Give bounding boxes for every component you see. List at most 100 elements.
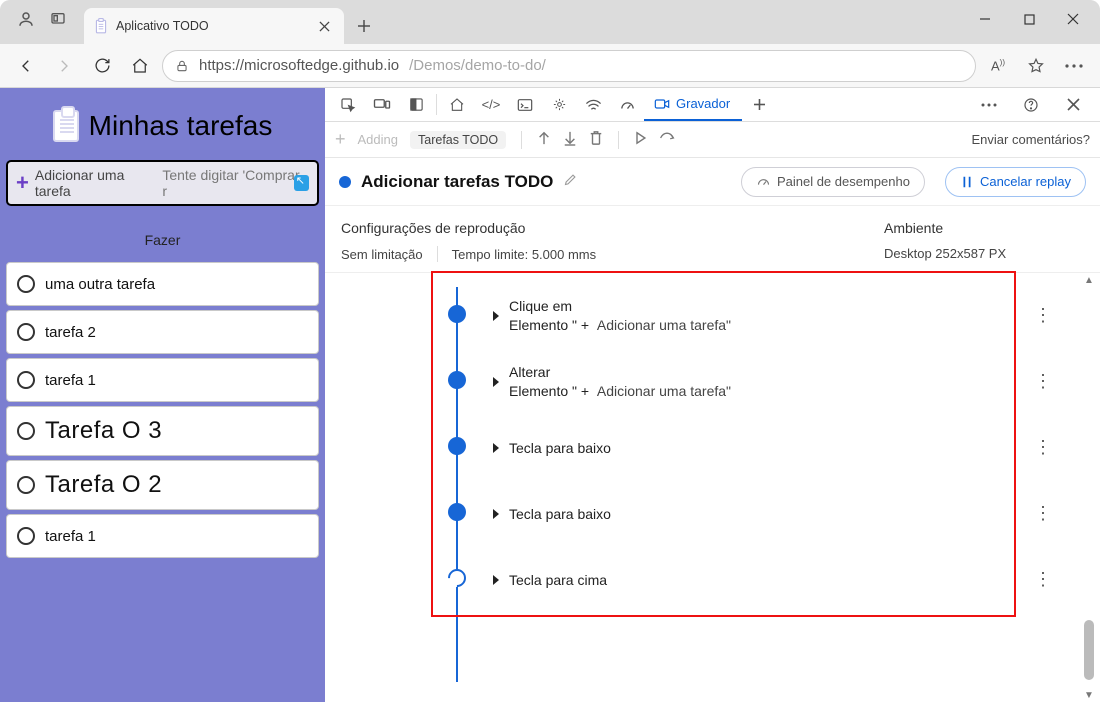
play-icon[interactable] <box>634 131 647 148</box>
expand-caret-icon[interactable] <box>493 377 499 387</box>
expand-caret-icon[interactable] <box>493 311 499 321</box>
import-icon[interactable] <box>537 130 551 149</box>
feedback-link[interactable]: Enviar comentários? <box>972 132 1091 147</box>
todo-text: tarefa 2 <box>45 324 96 341</box>
help-icon[interactable] <box>1014 97 1048 113</box>
scroll-up-icon[interactable]: ▲ <box>1082 273 1096 287</box>
export-icon[interactable] <box>563 130 577 149</box>
cancel-replay-button[interactable]: Cancelar replay <box>945 167 1086 197</box>
todo-item[interactable]: Tarefa O 2 <box>6 460 319 510</box>
todo-checkbox[interactable] <box>17 527 35 545</box>
performance-panel-label: Painel de desempenho <box>777 174 910 189</box>
step-icon[interactable] <box>659 132 675 147</box>
delete-icon[interactable] <box>589 130 603 149</box>
recorder-tab[interactable]: Gravador <box>644 88 742 121</box>
url-field[interactable]: https://microsoftedge.github.io/Demos/de… <box>162 50 976 82</box>
inspect-icon[interactable] <box>331 88 365 121</box>
devtools-close-button[interactable] <box>1056 98 1090 111</box>
todo-checkbox[interactable] <box>17 371 35 389</box>
step-line2: Elemento " + Adicionar uma tarefa" <box>509 382 731 401</box>
step-line1: Tecla para baixo <box>509 439 611 458</box>
todo-item[interactable]: uma outra tarefa <box>6 262 319 306</box>
devtools-tabbar: </> Gravador <box>325 88 1100 122</box>
recording-title: Adicionar tarefas TODO <box>361 172 553 192</box>
todo-text: uma outra tarefa <box>45 276 155 293</box>
expand-caret-icon[interactable] <box>493 509 499 519</box>
console-tab-icon[interactable] <box>508 88 542 121</box>
plus-icon: + <box>16 170 29 196</box>
replay-settings-label: Configurações de reprodução <box>341 220 884 236</box>
todo-checkbox[interactable] <box>17 275 35 293</box>
adding-label: Adding <box>358 132 398 147</box>
todo-text: tarefa 1 <box>45 528 96 545</box>
step-row[interactable]: Tecla para cima⋮ <box>325 547 1076 613</box>
read-aloud-icon[interactable]: A)) <box>982 50 1014 82</box>
devtools-panel: </> Gravador + Adding Tare <box>325 88 1100 702</box>
device-icon[interactable] <box>365 88 399 121</box>
add-recording-icon[interactable]: + <box>335 129 346 150</box>
step-menu-button[interactable]: ⋮ <box>1034 437 1052 458</box>
performance-panel-button[interactable]: Painel de desempenho <box>741 167 925 197</box>
cancel-replay-label: Cancelar replay <box>980 174 1071 189</box>
step-row[interactable]: Clique emElemento " + Adicionar uma tare… <box>325 283 1076 349</box>
step-menu-button[interactable]: ⋮ <box>1034 371 1052 392</box>
reload-button[interactable] <box>86 50 118 82</box>
recording-chip[interactable]: Tarefas TODO <box>410 131 506 149</box>
url-host: https://microsoftedge.github.io <box>199 57 399 74</box>
step-menu-button[interactable]: ⋮ <box>1034 305 1052 326</box>
titlebar: Aplicativo TODO <box>0 0 1100 44</box>
add-task-label: Adicionar uma tarefa <box>35 167 158 199</box>
tab-close-button[interactable] <box>314 16 334 36</box>
window-minimize-button[interactable] <box>964 4 1006 34</box>
add-tab-button[interactable] <box>742 88 776 121</box>
window-maximize-button[interactable] <box>1008 4 1050 34</box>
back-button[interactable] <box>10 50 42 82</box>
devtools-more-icon[interactable] <box>972 103 1006 107</box>
step-menu-button[interactable]: ⋮ <box>1034 503 1052 524</box>
record-dot-icon <box>339 176 351 188</box>
performance-tab-icon[interactable] <box>610 88 644 121</box>
profile-icon[interactable] <box>12 5 40 33</box>
workspaces-icon[interactable] <box>44 5 72 33</box>
home-button[interactable] <box>124 50 156 82</box>
network-tab-icon[interactable] <box>576 88 610 121</box>
window-close-button[interactable] <box>1052 4 1094 34</box>
new-tab-button[interactable] <box>348 10 380 42</box>
step-node-icon <box>448 371 466 389</box>
expand-caret-icon[interactable] <box>493 443 499 453</box>
steps-scrollbar[interactable]: ▲ ▼ <box>1082 273 1096 702</box>
todo-item[interactable]: tarefa 1 <box>6 514 319 558</box>
sources-tab-icon[interactable] <box>542 88 576 121</box>
step-row[interactable]: Tecla para baixo⋮ <box>325 481 1076 547</box>
browser-tab[interactable]: Aplicativo TODO <box>84 8 344 44</box>
recorder-tab-label: Gravador <box>676 96 730 111</box>
scroll-down-icon[interactable]: ▼ <box>1082 688 1096 702</box>
expand-caret-icon[interactable] <box>493 575 499 585</box>
step-row[interactable]: AlterarElemento " + Adicionar uma tarefa… <box>325 349 1076 415</box>
todo-item[interactable]: Tarefa O 3 <box>6 406 319 456</box>
more-icon[interactable] <box>1058 50 1090 82</box>
todo-checkbox[interactable] <box>17 323 35 341</box>
todo-app: Minhas tarefas + Adicionar uma tarefa Te… <box>0 88 325 702</box>
todo-item[interactable]: tarefa 2 <box>6 310 319 354</box>
favorite-icon[interactable] <box>1020 50 1052 82</box>
step-node-icon <box>448 503 466 521</box>
todo-checkbox[interactable] <box>17 476 35 494</box>
timeout-value[interactable]: Tempo limite: 5.000 mms <box>452 247 597 262</box>
welcome-tab-icon[interactable] <box>440 88 474 121</box>
throttle-value[interactable]: Sem limitação <box>341 247 423 262</box>
step-node-icon <box>448 305 466 323</box>
add-task-button[interactable]: + Adicionar uma tarefa Tente digitar 'Co… <box>6 160 319 206</box>
elements-tab-icon[interactable]: </> <box>474 88 508 121</box>
todo-checkbox[interactable] <box>17 422 35 440</box>
forward-button <box>48 50 80 82</box>
app-title: Minhas tarefas <box>89 110 273 142</box>
step-line1: Alterar <box>509 363 731 382</box>
pause-icon <box>960 175 974 189</box>
dock-icon[interactable] <box>399 88 433 121</box>
step-row[interactable]: Tecla para baixo ⋮ <box>325 415 1076 481</box>
todo-item[interactable]: tarefa 1 <box>6 358 319 402</box>
step-menu-button[interactable]: ⋮ <box>1034 569 1052 590</box>
scroll-thumb[interactable] <box>1084 620 1094 680</box>
edit-title-button[interactable] <box>563 172 578 192</box>
